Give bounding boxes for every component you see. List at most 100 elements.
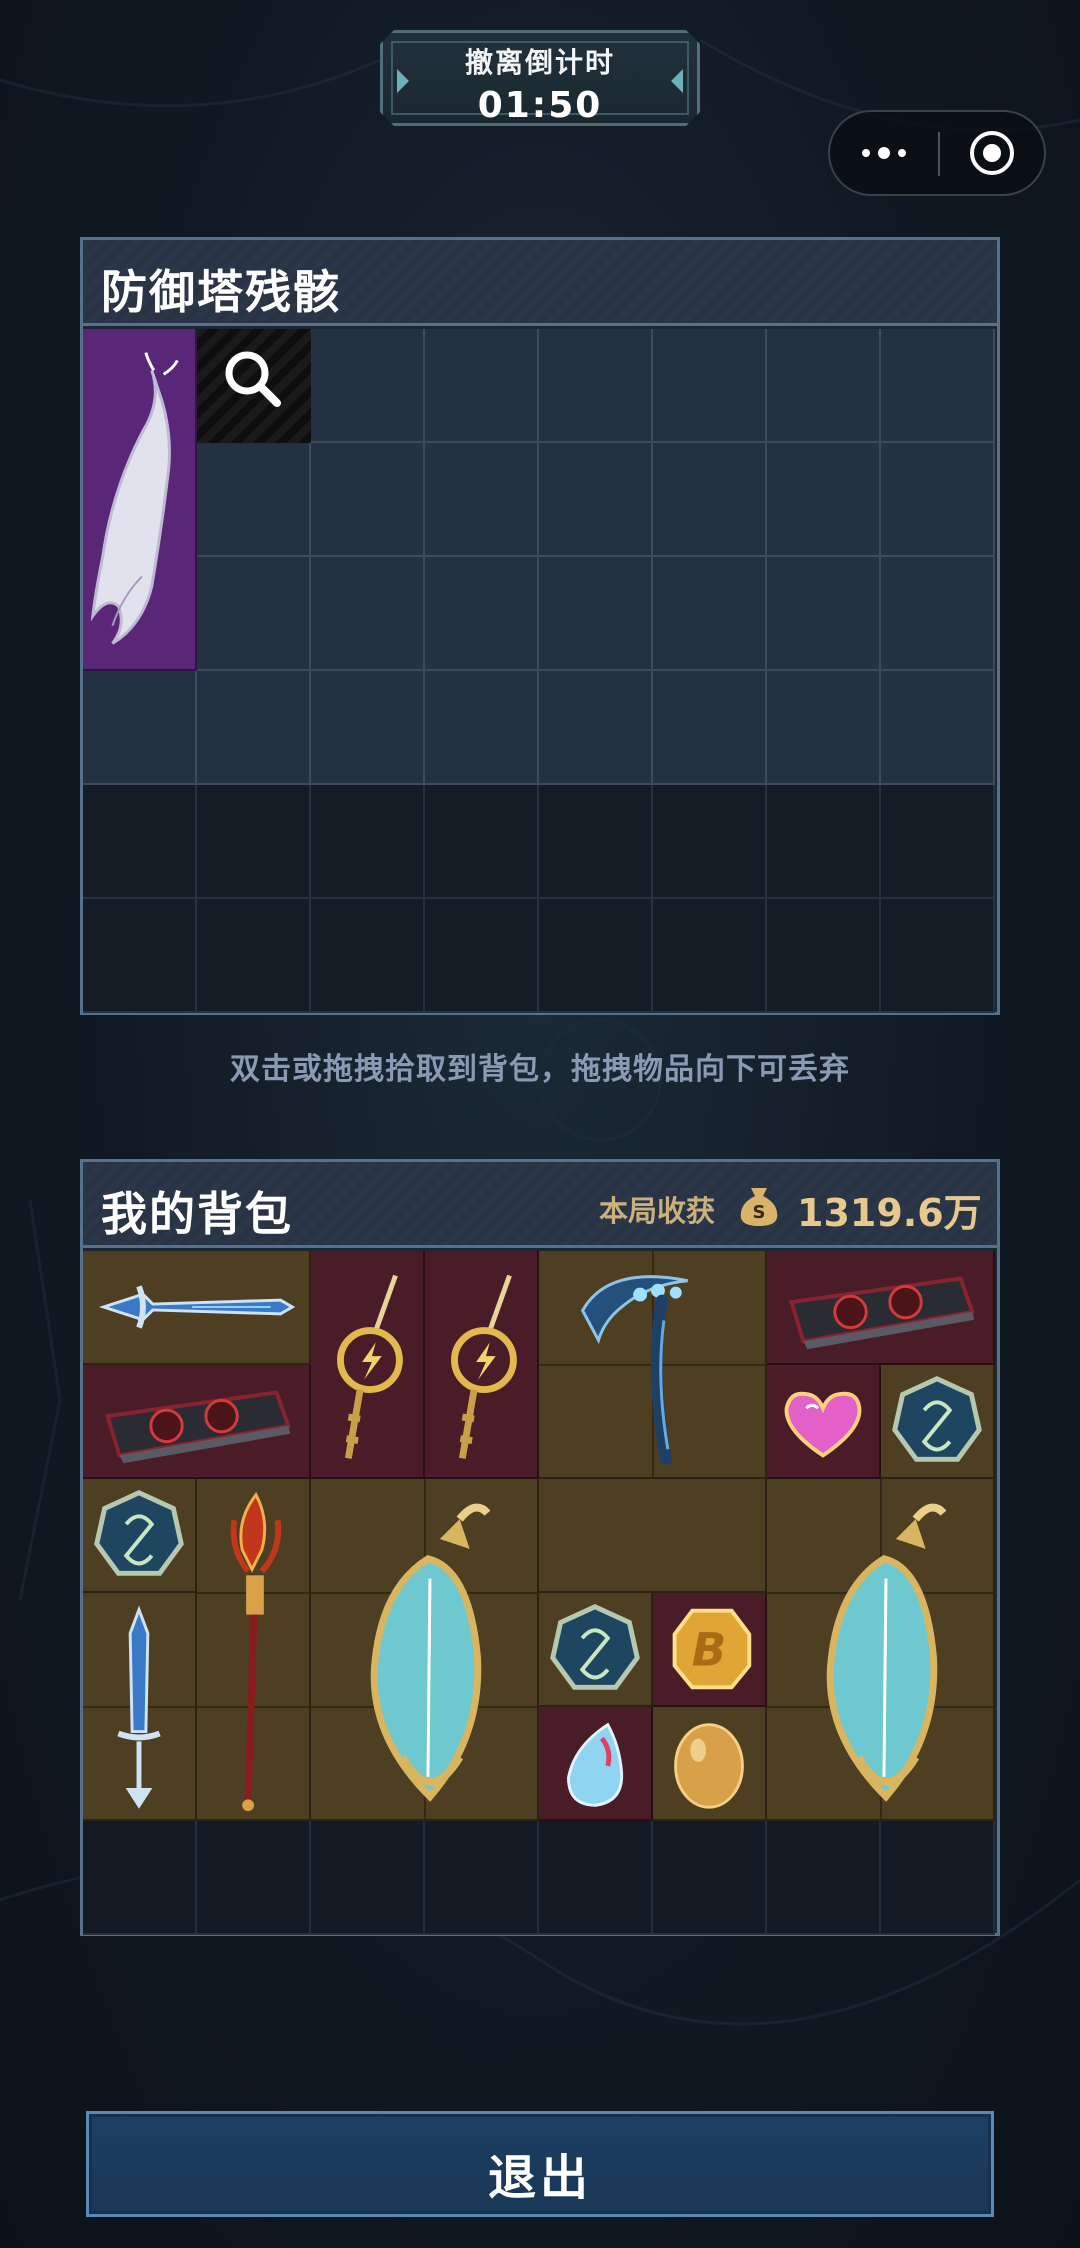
grid-cell[interactable] xyxy=(881,671,995,785)
bag-item-golden-lightning-key-2[interactable] xyxy=(425,1251,539,1479)
grid-cell[interactable] xyxy=(653,329,767,443)
grid-cell[interactable] xyxy=(425,671,539,785)
grid-cell[interactable] xyxy=(197,1821,311,1935)
jade-lute-icon xyxy=(370,1503,491,1802)
grid-cell[interactable] xyxy=(311,1821,425,1935)
searching-cell[interactable] xyxy=(197,329,311,443)
grid-cell[interactable] xyxy=(425,785,539,899)
grid-cell[interactable] xyxy=(653,557,767,671)
countdown-label: 撤离倒计时 xyxy=(464,46,615,79)
grid-cell[interactable] xyxy=(311,443,425,557)
loot-panel-header: 防御塔残骸 xyxy=(83,240,997,326)
grid-cell[interactable] xyxy=(83,899,197,1013)
evacuation-countdown: 撤离倒计时 01:50 xyxy=(380,30,700,126)
grid-cell[interactable] xyxy=(881,1821,995,1935)
grid-cell[interactable] xyxy=(311,899,425,1013)
pickup-hint: 双击或拖拽拾取到背包，拖拽物品向下可丢弃 xyxy=(230,1052,850,1087)
grid-cell[interactable] xyxy=(767,557,881,671)
grid-cell[interactable] xyxy=(425,557,539,671)
bag-item-blue-amulet-2[interactable] xyxy=(83,1479,197,1593)
grid-cell[interactable] xyxy=(653,443,767,557)
countdown-time: 01:50 xyxy=(477,85,603,126)
bag-item-blue-dagger[interactable] xyxy=(83,1251,311,1365)
grid-cell[interactable] xyxy=(653,899,767,1013)
grid-cell[interactable] xyxy=(539,329,653,443)
more-button[interactable] xyxy=(830,112,938,194)
jade-lute-icon xyxy=(826,1503,947,1802)
grid-cell[interactable] xyxy=(311,557,425,671)
grid-cell[interactable] xyxy=(539,899,653,1013)
grid-cell[interactable] xyxy=(653,671,767,785)
grid-cell[interactable] xyxy=(881,785,995,899)
blue-amulet-icon xyxy=(94,1490,184,1576)
grid-cell[interactable] xyxy=(539,1821,653,1935)
bag-item-blue-amulet-3[interactable] xyxy=(539,1593,653,1707)
bag-item-jade-lute-1[interactable] xyxy=(311,1479,539,1821)
golden-lightning-key-icon xyxy=(451,1274,517,1459)
bag-item-golden-lightning-key-1[interactable] xyxy=(311,1251,425,1479)
blue-amulet-icon xyxy=(550,1604,640,1690)
grid-cell[interactable] xyxy=(425,443,539,557)
grid-cell[interactable] xyxy=(311,785,425,899)
bag-item-blue-scythe-handle-space xyxy=(539,1479,767,1593)
grid-cell[interactable] xyxy=(83,671,197,785)
pink-heart-gem-icon xyxy=(784,1391,862,1458)
grid-cell[interactable] xyxy=(767,1821,881,1935)
grid-cell[interactable] xyxy=(197,785,311,899)
exit-button[interactable]: 退出 xyxy=(86,2111,994,2217)
grid-cell[interactable] xyxy=(881,443,995,557)
grid-cell[interactable] xyxy=(767,443,881,557)
grid-cell[interactable] xyxy=(197,671,311,785)
grid-cell[interactable] xyxy=(83,1821,197,1935)
exit-button-label: 退出 xyxy=(487,2150,592,2206)
golden-egg-icon xyxy=(674,1723,744,1809)
grid-cell[interactable] xyxy=(425,899,539,1013)
grid-cell[interactable] xyxy=(539,671,653,785)
miniprogram-capsule xyxy=(828,110,1046,196)
grid-cell[interactable] xyxy=(311,329,425,443)
earnings-value: 1319.6万 xyxy=(797,1191,982,1235)
grid-cell[interactable] xyxy=(881,899,995,1013)
svg-text:B: B xyxy=(692,1624,726,1677)
graphics-card-icon xyxy=(105,1390,291,1464)
grid-cell[interactable] xyxy=(197,443,311,557)
grid-cell[interactable] xyxy=(767,671,881,785)
grid-cell[interactable] xyxy=(653,1821,767,1935)
blue-dagger-vertical-icon xyxy=(117,1605,161,1809)
blue-dagger-icon xyxy=(98,1285,296,1329)
grid-cell[interactable] xyxy=(425,1821,539,1935)
magnifier-icon xyxy=(225,351,281,407)
grid-cell[interactable] xyxy=(83,785,197,899)
bag-item-jade-lute-2[interactable] xyxy=(767,1479,995,1821)
grid-cell[interactable] xyxy=(653,785,767,899)
grid-cell[interactable] xyxy=(539,785,653,899)
grid-cell[interactable] xyxy=(881,557,995,671)
bag-item-blue-amulet-1[interactable] xyxy=(881,1365,995,1479)
grid-cell[interactable] xyxy=(881,329,995,443)
bag-item-graphics-card-1[interactable] xyxy=(767,1251,995,1365)
bag-item-red-trident-staff[interactable] xyxy=(197,1479,311,1821)
bag-item-gold-bitcoin[interactable]: B xyxy=(653,1593,767,1707)
grid-cell[interactable] xyxy=(311,671,425,785)
golden-lightning-key-icon xyxy=(337,1274,403,1459)
bag-item-blue-dagger-vertical[interactable] xyxy=(83,1593,197,1821)
grid-cell[interactable] xyxy=(767,329,881,443)
earnings-label: 本局收获 xyxy=(599,1194,716,1228)
grid-cell[interactable] xyxy=(767,785,881,899)
backpack-panel: 我的背包 本局收获 S 1319.6万 B xyxy=(80,1159,1000,1936)
white-spirit-fish-icon xyxy=(90,352,179,645)
grid-cell[interactable] xyxy=(539,443,653,557)
grid-cell[interactable] xyxy=(197,899,311,1013)
bag-item-pink-heart-gem[interactable] xyxy=(767,1365,881,1479)
money-bag-icon: S xyxy=(740,1188,778,1226)
bag-item-blue-scythe[interactable] xyxy=(539,1251,767,1479)
bag-item-golden-egg[interactable] xyxy=(653,1707,767,1821)
grid-cell[interactable] xyxy=(767,899,881,1013)
grid-cell[interactable] xyxy=(539,557,653,671)
loot-item-white-spirit-fish[interactable] xyxy=(83,329,197,671)
grid-cell[interactable] xyxy=(197,557,311,671)
close-miniprogram-button[interactable] xyxy=(940,112,1046,194)
bag-item-crystal-teardrop[interactable] xyxy=(539,1707,653,1821)
bag-item-graphics-card-2[interactable] xyxy=(83,1365,311,1479)
grid-cell[interactable] xyxy=(425,329,539,443)
